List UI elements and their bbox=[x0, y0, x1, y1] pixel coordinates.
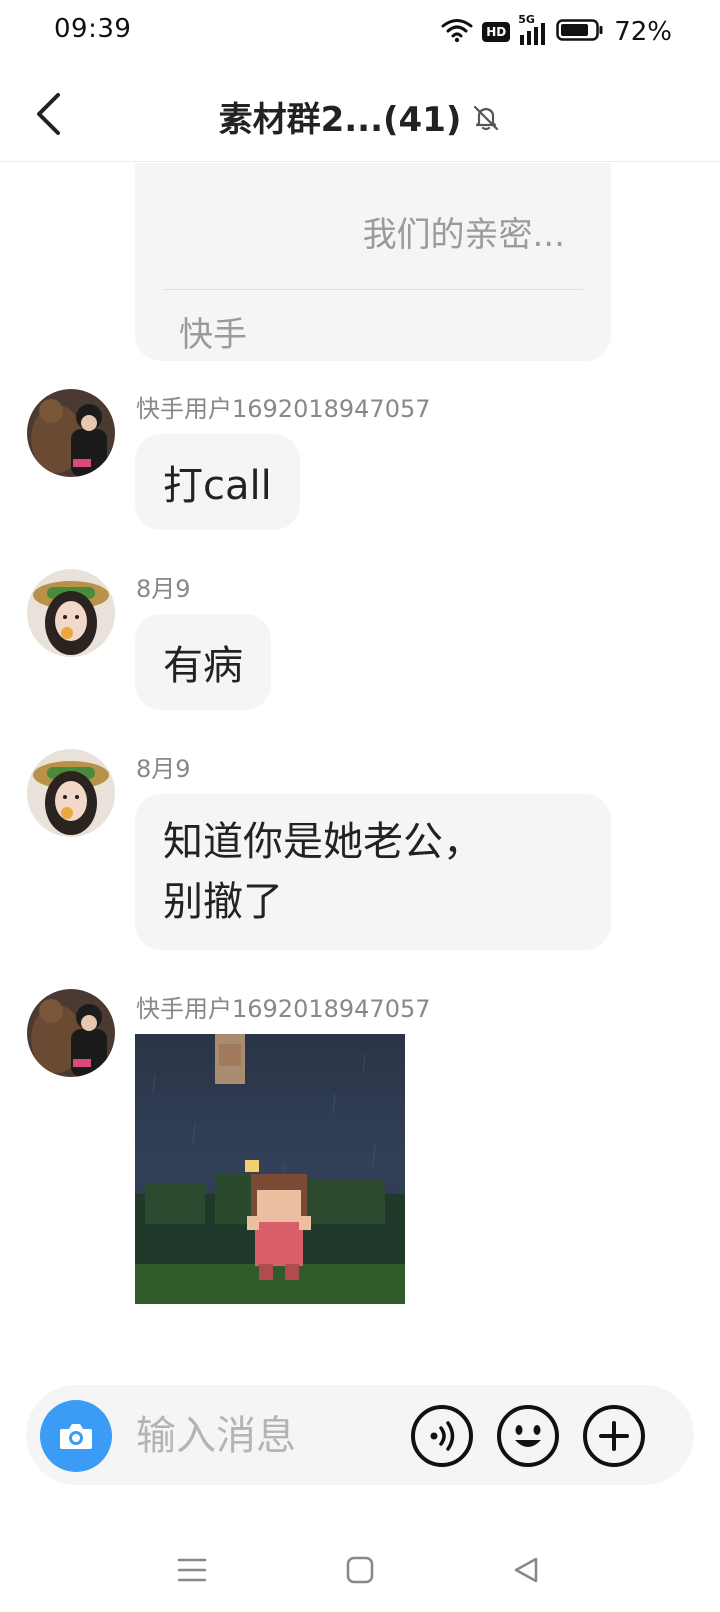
more-button[interactable] bbox=[582, 1404, 646, 1468]
status-icons: HD 5G 72% bbox=[440, 13, 672, 50]
divider bbox=[163, 289, 583, 290]
signal-5g-icon: 5G bbox=[518, 13, 548, 47]
sender-name: 8月9 bbox=[136, 575, 191, 603]
avatar[interactable] bbox=[27, 989, 115, 1077]
voice-icon bbox=[411, 1405, 473, 1467]
chat-messages[interactable]: 我们的亲密... 快手 快手用户1692018947057 打call 8月9 … bbox=[0, 163, 720, 1373]
status-bar: 09:39 HD 5G 72% bbox=[0, 0, 720, 66]
home-button[interactable] bbox=[330, 1540, 390, 1600]
hd-icon: HD bbox=[482, 22, 511, 42]
image-message[interactable] bbox=[135, 1034, 405, 1304]
camera-button[interactable] bbox=[40, 1400, 112, 1472]
wifi-icon bbox=[440, 17, 474, 47]
sender-name: 快手用户1692018947057 bbox=[136, 395, 431, 423]
voice-button[interactable] bbox=[410, 1404, 474, 1468]
menu-button[interactable] bbox=[162, 1540, 222, 1600]
message-item: 8月9 知道你是她老公， 别撤了 bbox=[0, 749, 720, 950]
title-wrap[interactable]: 素材群2...(41) bbox=[0, 92, 720, 141]
message-input[interactable] bbox=[136, 1409, 396, 1463]
battery-percentage: 72% bbox=[614, 17, 672, 47]
menu-icon bbox=[177, 1558, 207, 1582]
sender-name: 8月9 bbox=[136, 755, 191, 783]
back-triangle-icon bbox=[514, 1557, 538, 1583]
message-item: 快手用户1692018947057 打call bbox=[0, 389, 720, 530]
home-square-icon bbox=[346, 1556, 374, 1584]
status-time: 09:39 bbox=[54, 14, 132, 44]
message-item: 快手用户1692018947057 bbox=[0, 989, 720, 1309]
message-line: 别撤了 bbox=[163, 879, 283, 925]
sender-name: 快手用户1692018947057 bbox=[136, 995, 431, 1023]
shared-card[interactable]: 我们的亲密... 快手 bbox=[135, 163, 611, 361]
back-system-button[interactable] bbox=[496, 1540, 556, 1600]
message-input-bar bbox=[26, 1385, 694, 1485]
avatar[interactable] bbox=[27, 749, 115, 837]
avatar[interactable] bbox=[27, 569, 115, 657]
plus-icon bbox=[583, 1405, 645, 1467]
battery-icon bbox=[556, 18, 604, 46]
chat-header: 素材群2...(41) bbox=[0, 66, 720, 162]
message-item: 8月9 有病 bbox=[0, 569, 720, 710]
group-title[interactable]: 素材群2...(41) bbox=[219, 92, 462, 141]
message-bubble[interactable]: 有病 bbox=[135, 614, 271, 710]
message-bubble[interactable]: 知道你是她老公， 别撤了 bbox=[135, 794, 611, 950]
bell-off-icon bbox=[471, 103, 501, 133]
system-navigation-bar bbox=[0, 1540, 720, 1600]
emoji-icon bbox=[497, 1405, 559, 1467]
emoji-button[interactable] bbox=[496, 1404, 560, 1468]
shared-card-text: 我们的亲密... bbox=[362, 215, 565, 255]
avatar[interactable] bbox=[27, 389, 115, 477]
network-type: 5G bbox=[518, 13, 535, 26]
shared-card-source: 快手 bbox=[179, 315, 247, 355]
message-bubble[interactable]: 打call bbox=[135, 434, 300, 530]
message-line: 知道你是她老公， bbox=[163, 819, 483, 865]
camera-icon bbox=[60, 1424, 92, 1449]
